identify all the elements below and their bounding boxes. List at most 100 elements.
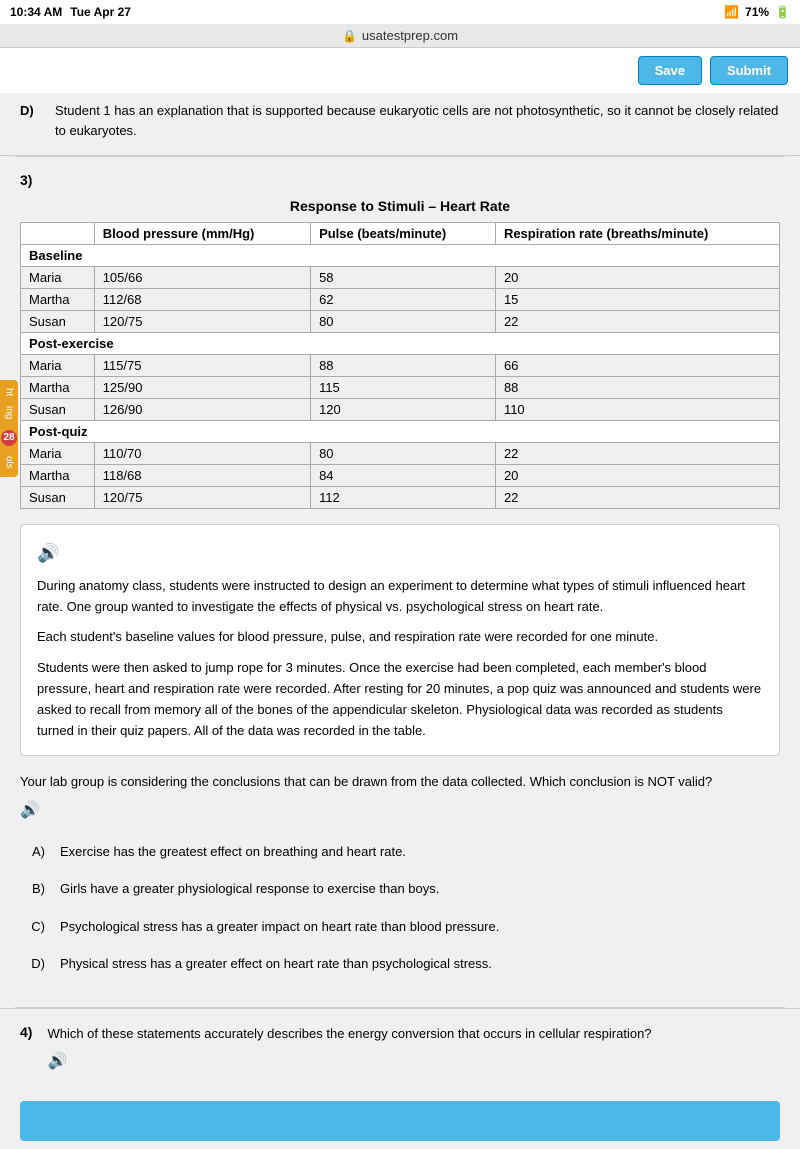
row-bp: 110/70 (94, 443, 310, 465)
data-table: Blood pressure (mm/Hg) Pulse (beats/minu… (20, 222, 780, 509)
row-label: Susan (21, 399, 95, 421)
question-4-text: Which of these statements accurately des… (47, 1024, 780, 1044)
col-header-bp: Blood pressure (mm/Hg) (94, 223, 310, 245)
answer-text-d: Physical stress has a greater effect on … (60, 954, 492, 974)
row-pulse: 112 (311, 487, 496, 509)
section-row-label: Post-exercise (21, 333, 780, 355)
row-bp: 112/68 (94, 289, 310, 311)
info-para-2: Each student's baseline values for blood… (37, 627, 763, 648)
row-pulse: 84 (311, 465, 496, 487)
info-para-1: During anatomy class, students were inst… (37, 576, 763, 618)
table-row: Post-exercise (21, 333, 780, 355)
row-resp: 88 (495, 377, 779, 399)
time: 10:34 AM (10, 5, 62, 19)
audio-icon-q4[interactable]: 🔊 (47, 1051, 67, 1071)
side-tab-ing: ing (4, 406, 15, 419)
answer-row-b: B) Girls have a greater physiological re… (20, 879, 780, 899)
audio-icon-small[interactable]: 🔊 (20, 800, 40, 820)
answer-letter-c: C) (20, 917, 45, 937)
row-resp: 20 (495, 267, 779, 289)
battery-percent: 71% (745, 5, 769, 19)
answer-choices: A) Exercise has the greatest effect on b… (20, 842, 780, 974)
audio-icon-large[interactable]: 🔊 (37, 539, 763, 568)
row-resp: 20 (495, 465, 779, 487)
row-label: Maria (21, 267, 95, 289)
table-row: Martha 112/68 62 15 (21, 289, 780, 311)
row-bp: 105/66 (94, 267, 310, 289)
answer-row-d: D) Physical stress has a greater effect … (20, 954, 780, 974)
table-row: Susan 120/75 80 22 (21, 311, 780, 333)
col-header-name (21, 223, 95, 245)
section-d-text: Student 1 has an explanation that is sup… (55, 101, 780, 140)
side-tab-ols: ols (4, 456, 15, 469)
side-tab-ht: ht (4, 388, 15, 396)
side-tab-counter: 28 (1, 430, 17, 446)
table-row: Maria 110/70 80 22 (21, 443, 780, 465)
table-row: Martha 125/90 115 88 (21, 377, 780, 399)
signal-icon: 📶 (724, 5, 739, 19)
table-row: Post-quiz (21, 421, 780, 443)
table-row: Maria 115/75 88 66 (21, 355, 780, 377)
row-label: Martha (21, 465, 95, 487)
row-resp: 22 (495, 487, 779, 509)
row-resp: 66 (495, 355, 779, 377)
row-pulse: 62 (311, 289, 496, 311)
lock-icon: 🔒 (342, 29, 357, 43)
answer-text-b: Girls have a greater physiological respo… (60, 879, 439, 899)
answer-letter-d: D) (20, 954, 45, 974)
table-header-row: Blood pressure (mm/Hg) Pulse (beats/minu… (21, 223, 780, 245)
toolbar: Save Submit (0, 48, 800, 93)
info-box: 🔊 During anatomy class, students were in… (20, 524, 780, 756)
side-tab[interactable]: ht ing 28 ols (0, 380, 18, 477)
answer-letter-b: B) (20, 879, 45, 899)
row-pulse: 115 (311, 377, 496, 399)
section-d-letter: D) (20, 101, 40, 140)
table-row: Susan 126/90 120 110 (21, 399, 780, 421)
row-pulse: 58 (311, 267, 496, 289)
row-resp: 22 (495, 311, 779, 333)
submit-button[interactable]: Submit (710, 56, 788, 85)
row-resp: 15 (495, 289, 779, 311)
table-title: Response to Stimuli – Heart Rate (20, 198, 780, 214)
row-bp: 120/75 (94, 311, 310, 333)
battery-icon: 🔋 (775, 5, 790, 19)
row-label: Martha (21, 377, 95, 399)
row-label: Maria (21, 443, 95, 465)
row-pulse: 80 (311, 443, 496, 465)
url-text: usatestprep.com (362, 28, 458, 43)
row-bp: 126/90 (94, 399, 310, 421)
question-4-section: 4) Which of these statements accurately … (0, 1008, 800, 1094)
answer-row-c: C) Psychological stress has a greater im… (20, 917, 780, 937)
row-resp: 110 (495, 399, 779, 421)
question-3-number: 3) (20, 172, 780, 188)
answer-text-c: Psychological stress has a greater impac… (60, 917, 499, 937)
answer-row-a: A) Exercise has the greatest effect on b… (20, 842, 780, 862)
status-bar: 10:34 AM Tue Apr 27 📶 71% 🔋 (0, 0, 800, 24)
table-row: Martha 118/68 84 20 (21, 465, 780, 487)
row-label: Maria (21, 355, 95, 377)
section-d: D) Student 1 has an explanation that is … (0, 93, 800, 156)
row-pulse: 80 (311, 311, 496, 333)
row-pulse: 88 (311, 355, 496, 377)
col-header-resp: Respiration rate (breaths/minute) (495, 223, 779, 245)
row-resp: 22 (495, 443, 779, 465)
row-bp: 118/68 (94, 465, 310, 487)
section-row-label: Baseline (21, 245, 780, 267)
save-button[interactable]: Save (638, 56, 702, 85)
answer-text-a: Exercise has the greatest effect on brea… (60, 842, 406, 862)
section-row-label: Post-quiz (21, 421, 780, 443)
info-para-3: Students were then asked to jump rope fo… (37, 658, 763, 741)
question-3-section: 3) Response to Stimuli – Heart Rate Bloo… (0, 157, 800, 1007)
blue-box (20, 1101, 780, 1141)
answer-letter-a: A) (20, 842, 45, 862)
row-label: Martha (21, 289, 95, 311)
table-row: Susan 120/75 112 22 (21, 487, 780, 509)
table-row: Maria 105/66 58 20 (21, 267, 780, 289)
date: Tue Apr 27 (70, 5, 131, 19)
question-4-number: 4) (20, 1024, 32, 1040)
row-bp: 120/75 (94, 487, 310, 509)
table-row: Baseline (21, 245, 780, 267)
row-label: Susan (21, 311, 95, 333)
question-3-text: Your lab group is considering the conclu… (20, 772, 780, 792)
url-bar[interactable]: 🔒 usatestprep.com (0, 24, 800, 48)
